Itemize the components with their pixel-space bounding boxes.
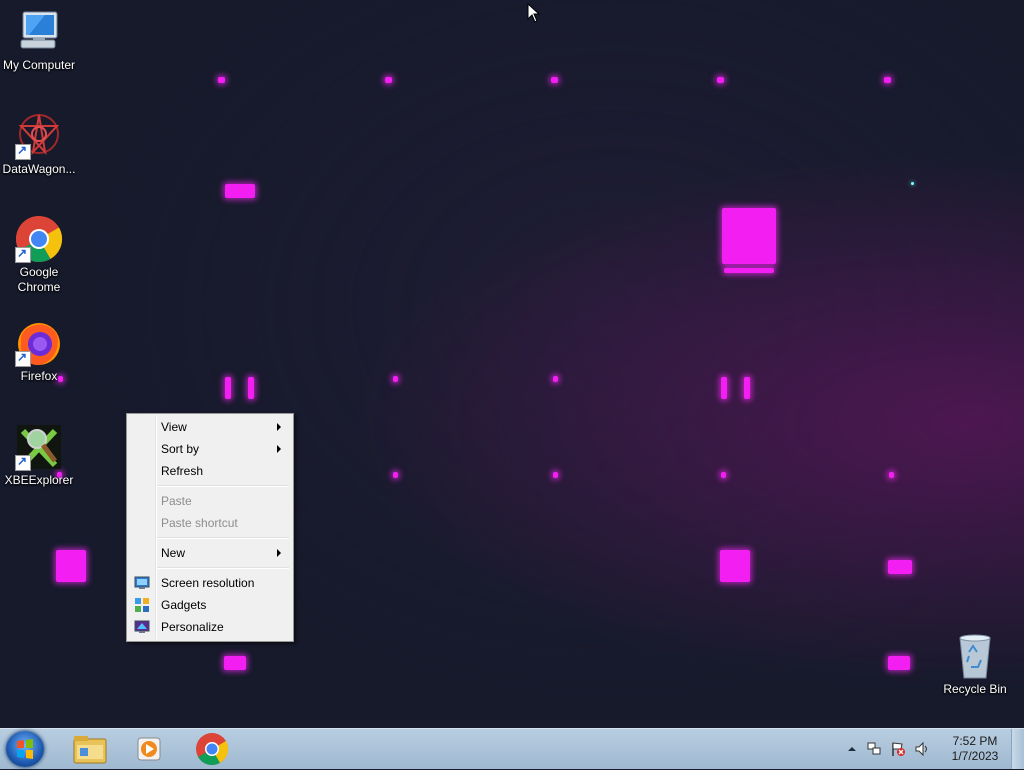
menu-separator [157,485,289,487]
menu-item-label: Sort by [161,442,200,456]
desktop-icon-datawagon[interactable]: DataWagon... [0,112,78,177]
media-player-icon [137,737,161,761]
volume-icon[interactable] [914,741,930,757]
desktop-icon-xbeexplorer[interactable]: XBEExplorer [0,423,78,488]
menu-item-gadgets[interactable]: Gadgets [129,594,291,616]
taskbar-chrome-button[interactable] [184,731,240,767]
submenu-arrow-icon [277,423,281,431]
taskbar: 7:52 PM 1/7/2023 [0,728,1024,769]
firefox-icon [15,319,63,367]
desktop-icon-label: Recycle Bin [943,682,1007,696]
menu-item-label: New [161,546,186,560]
menu-item-label: Refresh [161,464,204,478]
desktop-icon-firefox[interactable]: Firefox [0,319,78,384]
desktop-context-menu: View Sort by Refresh Paste Paste shortcu… [126,413,294,642]
menu-item-label: Paste [161,494,192,508]
menu-item-sort-by[interactable]: Sort by [129,438,291,460]
menu-item-label: Paste shortcut [161,516,238,530]
datawagon-icon [15,112,63,160]
desktop-icon-label: My Computer [2,58,76,72]
desktop-icon-google-chrome[interactable]: Google Chrome [0,215,78,295]
desktop-icon-label: DataWagon... [2,162,76,176]
start-button[interactable] [6,731,44,767]
desktop-icon-label: Google Chrome [17,265,61,294]
taskbar-windows-explorer-button[interactable] [62,731,118,767]
taskbar-clock[interactable]: 7:52 PM 1/7/2023 [940,734,1010,764]
desktop-icon-label: Firefox [20,369,58,383]
chrome-icon [15,215,63,263]
taskbar-media-player-button[interactable] [122,731,178,767]
windows-explorer-icon [73,736,107,764]
menu-item-label: Screen resolution [161,576,255,590]
clock-date: 1/7/2023 [951,749,999,763]
show-hidden-icons-chevron-icon[interactable] [844,741,860,757]
menu-item-label: View [161,420,187,434]
shortcut-arrow-icon [15,350,31,367]
shortcut-arrow-icon [15,246,31,263]
menu-separator [157,567,289,569]
menu-item-label: Personalize [161,620,224,634]
desktop-icon-recycle-bin[interactable]: Recycle Bin [936,632,1014,697]
menu-separator [157,537,289,539]
show-desktop-button[interactable] [1011,729,1024,769]
desktop[interactable]: My Computer DataWagon... Google Chr [0,0,1024,728]
menu-item-refresh[interactable]: Refresh [129,460,291,482]
chrome-icon [196,733,229,766]
computer-icon [15,8,63,56]
desktop-icon-label: XBEExplorer [4,473,74,487]
gadgets-icon [134,597,150,613]
action-center-flag-icon[interactable] [890,741,906,757]
menu-item-personalize[interactable]: Personalize [129,616,291,638]
mouse-pointer-icon [527,2,541,26]
menu-item-paste-shortcut[interactable]: Paste shortcut [129,512,291,534]
screen-resolution-icon [134,575,150,591]
desktop-icon-my-computer[interactable]: My Computer [0,8,78,73]
menu-item-view[interactable]: View [129,416,291,438]
submenu-arrow-icon [277,445,281,453]
xbeexplorer-icon [15,423,63,471]
menu-item-paste[interactable]: Paste [129,490,291,512]
menu-item-new[interactable]: New [129,542,291,564]
shortcut-arrow-icon [15,143,31,160]
windows-logo-icon [17,739,33,759]
personalize-icon [134,619,150,635]
menu-item-label: Gadgets [161,598,207,612]
recycle-bin-icon [951,632,999,680]
menu-item-screen-resolution[interactable]: Screen resolution [129,572,291,594]
network-icon[interactable] [866,741,882,757]
clock-time: 7:52 PM [952,734,998,748]
submenu-arrow-icon [277,549,281,557]
shortcut-arrow-icon [15,454,31,471]
